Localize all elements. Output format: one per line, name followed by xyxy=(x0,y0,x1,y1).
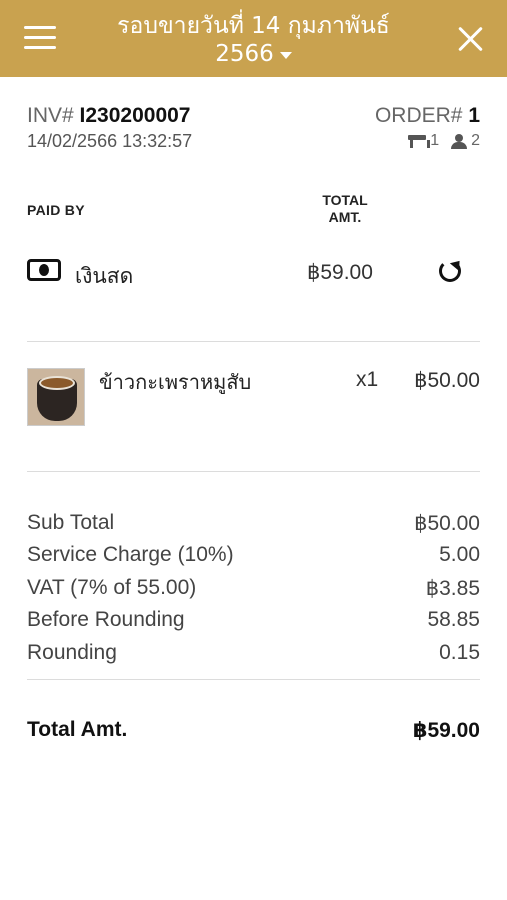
table-icon xyxy=(408,134,431,148)
date-selector[interactable]: 2566 xyxy=(215,40,292,68)
total-amount-row: Total Amt. ฿59.00 xyxy=(27,718,480,748)
summary-label: Sub Total xyxy=(27,511,115,534)
summary-value: 5.00 xyxy=(439,543,480,566)
divider xyxy=(27,341,480,342)
hamburger-icon[interactable] xyxy=(24,26,56,52)
top-bar: รอบขายวันที่ 14 กุมภาพันธ์ 2566 xyxy=(0,0,507,77)
divider xyxy=(27,471,480,472)
order-number-value: 1 xyxy=(468,104,480,127)
title-line2: 2566 xyxy=(215,41,274,67)
person-icon xyxy=(451,133,468,149)
order-number: ORDER# 1 xyxy=(375,104,480,128)
invoice-info: INV# I230200007 14/02/2566 13:32:57 ORDE… xyxy=(27,104,480,154)
payment-amount: ฿59.00 xyxy=(307,261,373,284)
summary-value: ฿50.00 xyxy=(414,512,480,535)
guest-count: 2 xyxy=(471,132,480,149)
summary-row-rounding: Rounding 0.15 xyxy=(27,641,480,669)
refresh-icon[interactable] xyxy=(439,260,461,282)
item-quantity: x1 xyxy=(356,368,379,391)
invoice-datetime: 14/02/2566 13:32:57 xyxy=(27,131,193,151)
total-value: ฿59.00 xyxy=(412,719,480,742)
chevron-down-icon xyxy=(279,51,292,59)
total-header-line2: AMT. xyxy=(328,209,362,225)
summary-label: Service Charge (10%) xyxy=(27,543,234,566)
item-name: ข้าวกะเพราหมูสับ xyxy=(99,370,252,394)
invoice-number: INV# I230200007 xyxy=(27,104,190,128)
divider xyxy=(27,679,480,680)
summary-value: 58.85 xyxy=(427,608,480,631)
invoice-prefix: INV# xyxy=(27,104,74,127)
summary-row-before-rounding: Before Rounding 58.85 xyxy=(27,608,480,636)
summary-value: ฿3.85 xyxy=(425,577,480,600)
title-line1: รอบขายวันที่ 14 กุมภาพันธ์ xyxy=(117,13,390,39)
invoice-number-value: I230200007 xyxy=(79,104,191,127)
item-thumbnail xyxy=(27,368,85,426)
summary-label: Rounding xyxy=(27,641,117,664)
order-meta: 1 2 xyxy=(408,132,480,150)
order-prefix: ORDER# xyxy=(374,104,463,127)
list-item[interactable]: ข้าวกะเพราหมูสับ x1 ฿50.00 xyxy=(27,366,480,426)
summary-label: Before Rounding xyxy=(27,608,185,631)
total-amount-header: TOTAL AMT. xyxy=(300,192,390,226)
summary-value: 0.15 xyxy=(439,641,480,664)
cash-icon xyxy=(27,259,61,281)
summary-row-vat: VAT (7% of 55.00) ฿3.85 xyxy=(27,576,480,604)
total-header-line1: TOTAL xyxy=(322,192,368,208)
summary-row-subtotal: Sub Total ฿50.00 xyxy=(27,511,480,539)
summary-row-service-charge: Service Charge (10%) 5.00 xyxy=(27,543,480,571)
item-price: ฿50.00 xyxy=(414,369,480,392)
close-icon[interactable] xyxy=(457,25,485,53)
summary-label: VAT (7% of 55.00) xyxy=(27,576,197,599)
table-count: 1 xyxy=(430,132,440,149)
page-title: รอบขายวันที่ 14 กุมภาพันธ์ 2566 xyxy=(90,12,417,68)
payment-method: เงินสด xyxy=(75,264,134,288)
paid-by-header: PAID BY xyxy=(27,202,85,218)
payment-row: เงินสด ฿59.00 xyxy=(27,256,480,292)
total-label: Total Amt. xyxy=(27,718,128,741)
